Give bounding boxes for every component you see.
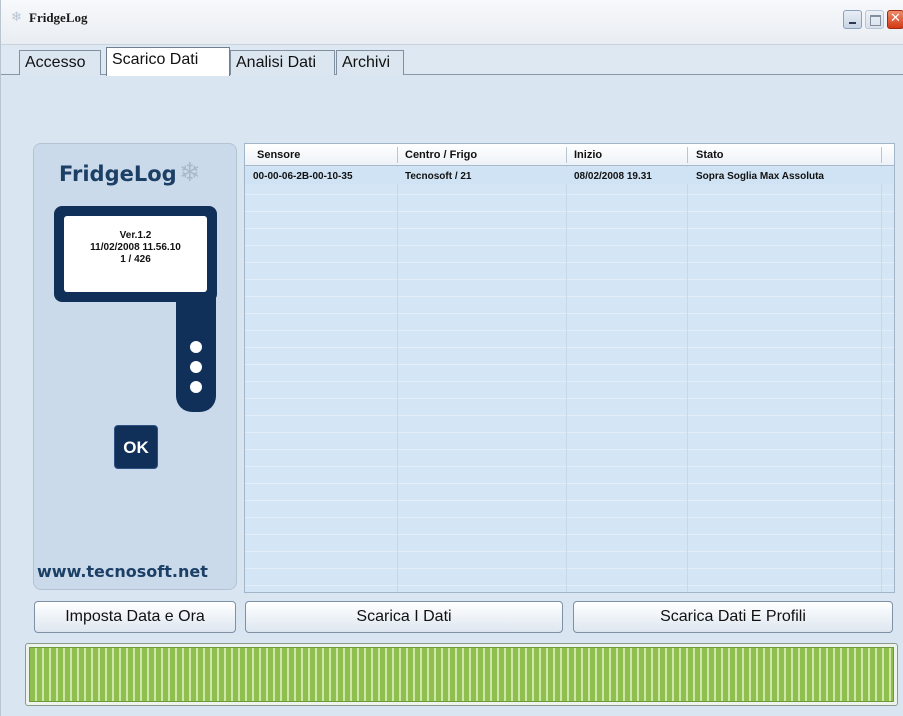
device-screen-frame: Ver.1.2 11/02/2008 11.56.10 1 / 426 [54,206,217,302]
tab-bar: Accesso Scarico Dati Analisi Dati Archiv… [1,45,903,76]
tab-scarico-dati[interactable]: Scarico Dati [106,47,230,76]
sensor-table: Sensore Centro / Frigo Inizio Stato 00-0… [244,143,895,593]
download-data-button[interactable]: Scarica I Dati [245,601,563,633]
column-separator[interactable] [687,147,688,163]
website-link[interactable]: www.tecnosoft.net [37,562,208,581]
column-separator[interactable] [881,147,882,163]
device-counter: 1 / 426 [120,254,151,265]
tab-accesso[interactable]: Accesso [19,50,101,75]
column-separator[interactable] [397,147,398,163]
cell-stato: Sopra Soglia Max Assoluta [696,171,824,182]
column-separator[interactable] [566,147,567,163]
close-button[interactable]: ✕ [887,10,903,29]
tab-archivi[interactable]: Archivi [336,50,404,75]
column-line [687,166,688,592]
title-bar: ❄ FridgeLog ✕ [1,0,903,45]
led-dot-icon [190,341,202,353]
snowflake-icon: ❄ [179,158,201,188]
column-line [397,166,398,592]
maximize-button[interactable] [865,10,884,29]
column-line [566,166,567,592]
device-stem [176,294,216,412]
download-data-profiles-button[interactable]: Scarica Dati E Profili [573,601,893,633]
snowflake-icon: ❄ [11,10,22,25]
column-line [881,166,882,592]
led-dot-icon [190,381,202,393]
ok-button[interactable]: OK [114,425,158,469]
set-datetime-button[interactable]: Imposta Data e Ora [34,601,236,633]
cell-inizio: 08/02/2008 19.31 [574,171,652,182]
led-dot-icon [190,361,202,373]
window-title: FridgeLog [29,10,88,25]
device-panel: FridgeLog ❄ Ver.1.2 11/02/2008 11.56.10 … [33,143,237,590]
column-header-inizio[interactable]: Inizio [574,149,602,161]
app-window: ❄ FridgeLog ✕ Accesso Scarico Dati Anali… [0,0,903,716]
device-version: Ver.1.2 [119,230,152,241]
progress-bar [25,643,898,706]
tab-analisi-dati[interactable]: Analisi Dati [230,50,335,75]
cell-centro-frigo: Tecnosoft / 21 [405,171,472,182]
column-header-sensore[interactable]: Sensore [257,149,300,161]
device-datetime: 11/02/2008 11.56.10 [90,242,181,253]
column-header-centro-frigo[interactable]: Centro / Frigo [405,149,477,161]
progress-fill [29,647,894,702]
column-header-stato[interactable]: Stato [696,149,724,161]
table-header: Sensore Centro / Frigo Inizio Stato [245,144,894,166]
minimize-button[interactable] [843,10,862,29]
device-screen: Ver.1.2 11/02/2008 11.56.10 1 / 426 [64,216,207,292]
device-logo: FridgeLog [59,162,177,186]
cell-sensore: 00-00-06-2B-00-10-35 [253,171,353,182]
